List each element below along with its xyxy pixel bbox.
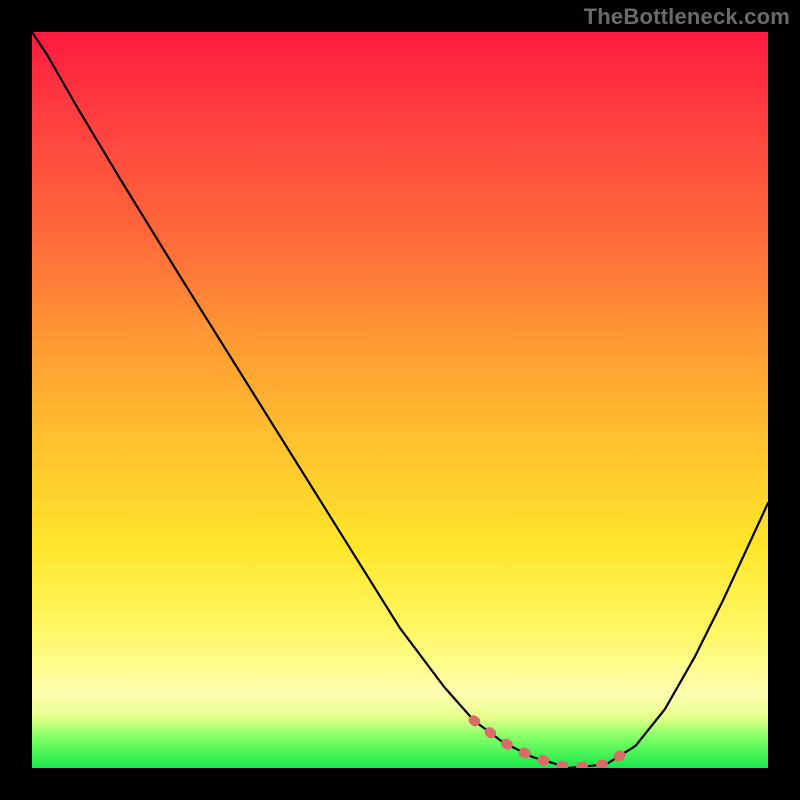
watermark-text: TheBottleneck.com — [584, 4, 790, 30]
chart-frame: TheBottleneck.com — [0, 0, 800, 800]
bottleneck-curve — [32, 32, 768, 768]
chart-svg — [32, 32, 768, 768]
plot-area — [32, 32, 768, 768]
